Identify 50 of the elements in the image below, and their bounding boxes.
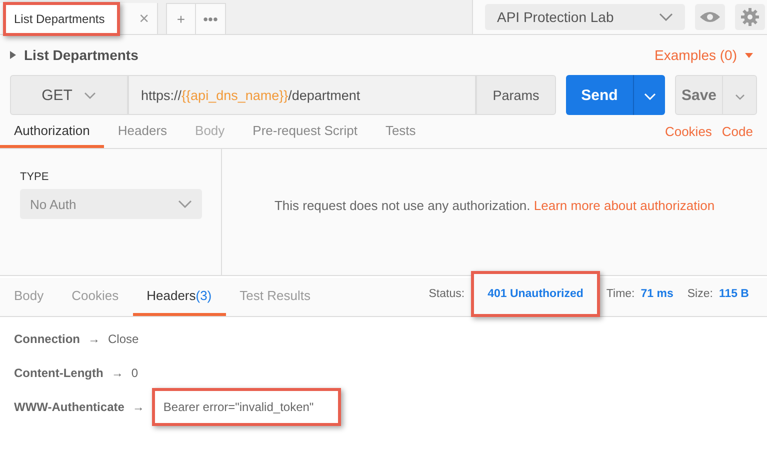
header-key: Content-Length [14,366,104,380]
auth-type-dropdown[interactable]: No Auth [20,189,202,219]
eye-icon[interactable] [695,4,725,30]
caret-icon [745,52,753,58]
method-dropdown[interactable]: GET [10,75,128,115]
response-tab[interactable]: Cookies [58,278,133,316]
arrow-icon: → [111,366,124,380]
send-dropdown-button[interactable] [633,75,665,115]
link[interactable]: Code [712,115,753,148]
close-button[interactable]: × [139,8,149,28]
link[interactable]: Cookies [654,115,712,148]
header-key: WWW-Authenticate [14,400,124,414]
arrow-icon: → [88,332,100,346]
stat-label: Time: [606,288,635,300]
type-label: TYPE [20,171,49,183]
chevron-icon [644,92,656,100]
url-field[interactable]: https://{{api_dns_name}}/department [128,75,476,115]
request-tab[interactable]: Authorization [0,115,104,148]
chevron-icon [734,94,744,100]
chevron-icon [84,92,96,98]
stat-value: 71 ms [640,288,674,300]
header-value: Bearer error="invalid_token" [163,400,314,414]
request-name: List Departments [24,47,138,63]
header-value: 0 [131,366,138,380]
stat-label: Size: [687,288,713,300]
request-tab[interactable]: List Departments [14,12,105,26]
expand-arrow-icon[interactable] [10,51,16,59]
params-button[interactable]: Params [476,75,556,115]
header-key: Connection [14,332,80,346]
examples-link[interactable]: Examples (0) [654,47,737,63]
stat-label: Status: [428,288,465,300]
request-tab[interactable]: Headers [104,115,182,148]
tab-action-button[interactable]: ••• [196,3,226,34]
stat-value: 401 Unauthorized [488,288,584,300]
response-tab[interactable]: Test Results [226,278,324,316]
tab-action-button[interactable]: + [166,3,196,34]
header-value: Close [108,332,139,346]
response-tab[interactable]: Headers(3) [132,278,226,316]
send-button[interactable]: Send [566,75,633,115]
chevron-icon [178,200,192,208]
arrow-icon: → [132,400,144,414]
learn-more-link[interactable]: Learn more about authorization [534,198,715,212]
request-tab[interactable]: Pre-request Script [238,115,372,148]
auth-message: This request does not use any authorization. Learn more about authorization [274,198,715,212]
settings-icon[interactable] [735,4,765,30]
environment-dropdown[interactable]: API Protection Lab [485,4,685,30]
request-tab[interactable]: Tests [371,115,430,148]
chevron-icon [659,13,673,21]
response-tab[interactable]: Body [0,278,58,316]
stat-value: 115 B [718,288,749,300]
